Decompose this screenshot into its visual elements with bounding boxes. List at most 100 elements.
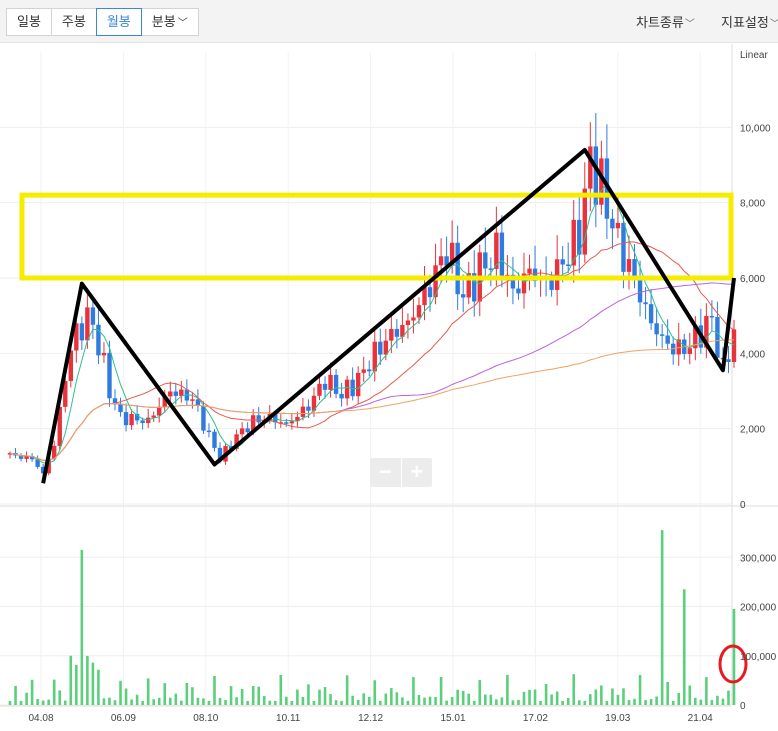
volume-bar bbox=[506, 674, 509, 705]
volume-bar bbox=[14, 685, 17, 705]
volume-bar bbox=[119, 680, 122, 705]
candle-body bbox=[118, 404, 123, 413]
volume-bar bbox=[694, 697, 697, 705]
volume-bar bbox=[257, 686, 261, 705]
volume-bar bbox=[417, 694, 421, 705]
candle-body bbox=[499, 232, 505, 281]
volume-bar bbox=[699, 699, 703, 705]
x-tick-label: 10.11 bbox=[276, 713, 301, 724]
candle-body bbox=[726, 359, 731, 362]
candle-body bbox=[610, 218, 615, 229]
volume-bar bbox=[307, 684, 310, 705]
volume-bar bbox=[146, 678, 150, 705]
x-tick-label: 06.09 bbox=[111, 713, 136, 724]
volume-bar bbox=[622, 688, 625, 705]
volume-bar bbox=[395, 692, 399, 705]
volume-bar bbox=[329, 694, 332, 705]
volume-bar bbox=[500, 697, 504, 705]
candle-body bbox=[140, 420, 145, 424]
candle-body bbox=[168, 391, 173, 397]
volume-bar bbox=[539, 701, 542, 705]
candle-body bbox=[488, 268, 494, 270]
volume-bar bbox=[262, 695, 266, 705]
volume-bar bbox=[732, 608, 736, 705]
volume-bar bbox=[600, 685, 603, 705]
volume-bar bbox=[135, 694, 139, 705]
volume-bar bbox=[671, 700, 675, 705]
volume-bar bbox=[41, 700, 45, 705]
candle-body bbox=[709, 315, 715, 318]
tab-monthly[interactable]: 월봉 bbox=[95, 8, 142, 36]
x-tick-label: 08.10 bbox=[193, 713, 218, 724]
candle-body bbox=[239, 428, 245, 435]
volume-bar bbox=[450, 697, 454, 705]
zoom-out-button[interactable]: − bbox=[370, 458, 401, 487]
volume-bar bbox=[445, 700, 448, 705]
volume-bar bbox=[356, 699, 360, 705]
candle-body bbox=[648, 304, 654, 324]
volume-bar bbox=[163, 683, 167, 705]
candle-body bbox=[201, 405, 206, 431]
candle-body bbox=[378, 341, 383, 355]
volume-bar bbox=[633, 698, 636, 705]
candle-body bbox=[101, 352, 107, 356]
volume-bar bbox=[8, 701, 12, 705]
volume-bar bbox=[246, 700, 249, 705]
volume-bar bbox=[185, 682, 189, 705]
candle-body bbox=[411, 317, 416, 321]
volume-tick-label: 300,000 bbox=[740, 553, 777, 564]
x-tick-label: 21.04 bbox=[688, 713, 713, 724]
volume-bar bbox=[229, 686, 233, 705]
candle-body bbox=[659, 334, 665, 336]
candle-body bbox=[483, 252, 488, 269]
volume-bar bbox=[428, 696, 432, 705]
price-tick-label: 6,000 bbox=[740, 274, 765, 285]
volume-bar bbox=[312, 701, 316, 705]
price-tick-label: 4,000 bbox=[740, 349, 765, 360]
volume-bar bbox=[660, 530, 664, 705]
volume-bar bbox=[152, 699, 155, 705]
volume-bar bbox=[279, 674, 283, 705]
candle-body bbox=[173, 391, 179, 396]
candle-body bbox=[427, 287, 433, 298]
volume-bar bbox=[102, 698, 106, 705]
axis-labels: Linear 0 2,000 4,000 6,000 8,000 10,000 0 100,00… bbox=[28, 50, 776, 724]
volume-bar bbox=[644, 700, 647, 705]
candle-body bbox=[665, 335, 670, 344]
price-tick-label: 0 bbox=[740, 500, 746, 511]
volume-bar bbox=[517, 699, 520, 705]
volume-tick-label: 200,000 bbox=[740, 603, 777, 614]
volume-bar bbox=[605, 701, 609, 705]
candle-body bbox=[455, 242, 460, 295]
x-tick-label: 19.03 bbox=[605, 713, 630, 724]
candle-body bbox=[389, 328, 394, 341]
volume-bar bbox=[627, 700, 631, 705]
volume-bar bbox=[174, 693, 178, 705]
volume-bar bbox=[721, 698, 725, 705]
candle-body bbox=[394, 328, 400, 337]
volume-bar bbox=[69, 655, 73, 705]
zoom-in-button[interactable]: + bbox=[402, 458, 433, 487]
volume-bar bbox=[710, 700, 714, 705]
candle-body bbox=[405, 320, 411, 326]
candle-body bbox=[460, 294, 466, 298]
volume-bar bbox=[351, 695, 354, 705]
volume-bar bbox=[390, 688, 393, 705]
volume-bar bbox=[97, 669, 100, 705]
x-tick-label: 15.01 bbox=[440, 713, 465, 724]
stock-chart[interactable]: Linear 0 2,000 4,000 6,000 8,000 10,000 0 100,00… bbox=[0, 0, 778, 731]
volume-bar bbox=[345, 675, 349, 705]
ma5-line bbox=[9, 182, 735, 464]
candle-body bbox=[96, 324, 101, 356]
candle-body bbox=[129, 413, 134, 426]
candle-body bbox=[284, 422, 289, 424]
candle-body bbox=[643, 302, 648, 305]
volume-bar bbox=[373, 680, 377, 705]
volume-bar bbox=[323, 687, 327, 705]
candle-body bbox=[333, 374, 339, 394]
trend-zigzag-line bbox=[41, 147, 736, 484]
volume-bar bbox=[130, 699, 133, 705]
candle-body bbox=[565, 264, 571, 267]
volume-bar bbox=[378, 700, 382, 705]
volume-bar bbox=[550, 694, 553, 705]
